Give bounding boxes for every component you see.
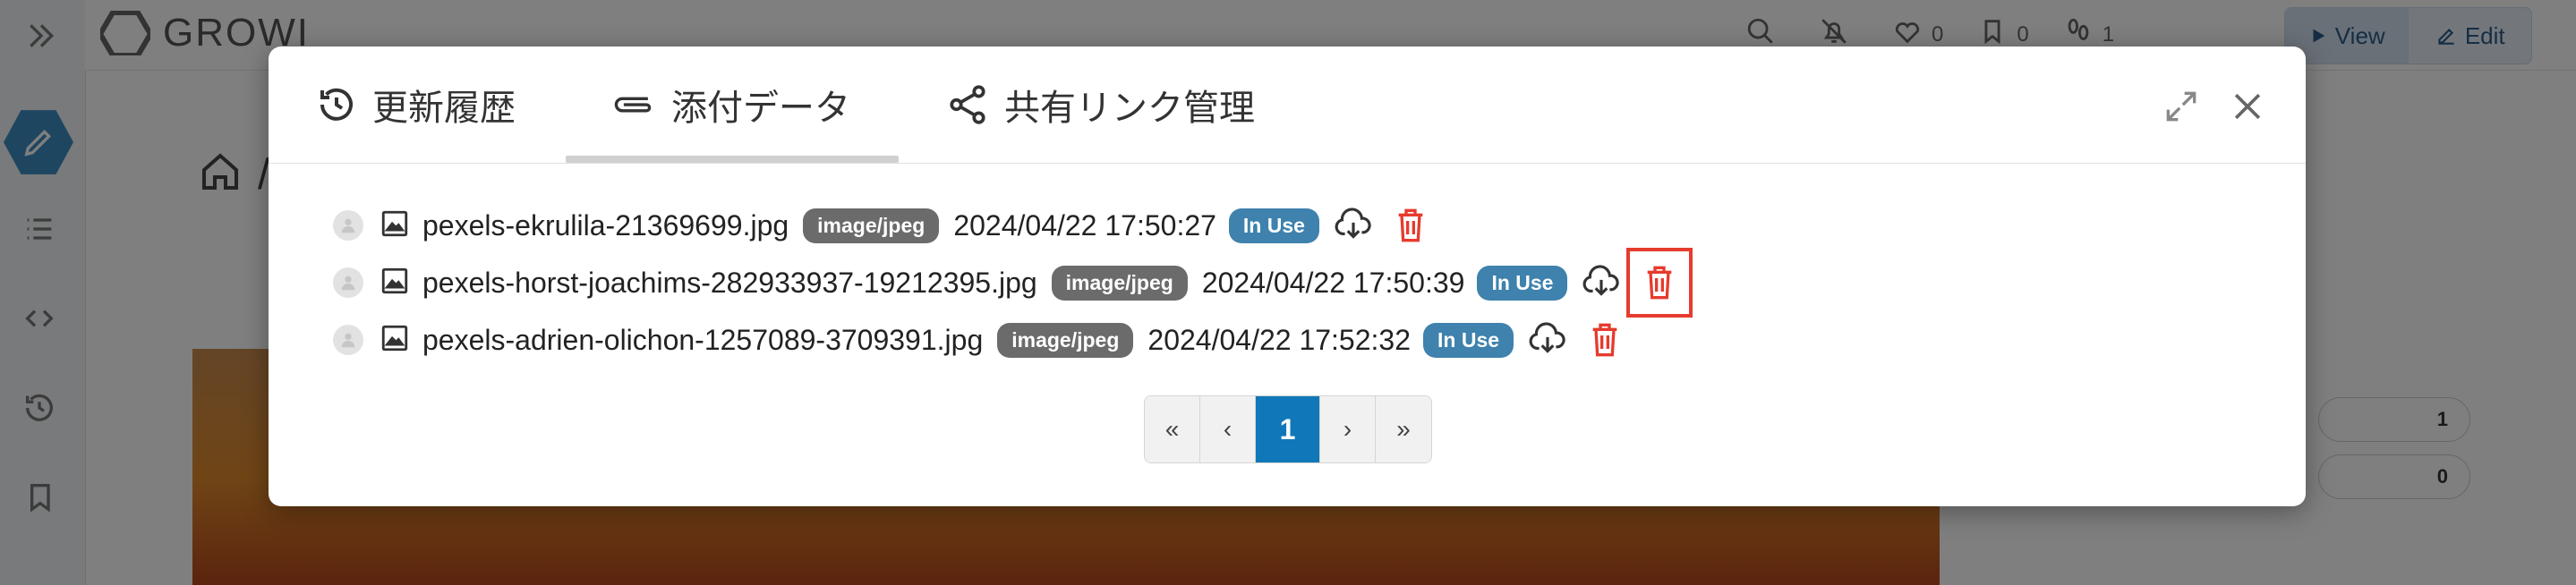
image-icon — [380, 323, 410, 358]
trash-icon — [1648, 266, 1672, 300]
tab-share-links-label: 共有リンク管理 — [1004, 88, 1255, 129]
history-icon — [320, 88, 353, 121]
delete-attachment-button[interactable] — [1393, 204, 1429, 247]
attachment-row: pexels-adrien-olichon-1257089-3709391.jp… — [333, 315, 1623, 365]
mime-badge: image/jpeg — [803, 208, 940, 243]
trash-icon — [1398, 208, 1423, 242]
tab-attachments[interactable]: 添付データ — [609, 47, 850, 163]
trash-icon — [1592, 323, 1617, 357]
paperclip-icon — [614, 97, 652, 113]
tab-history[interactable]: 更新履歴 — [315, 47, 516, 163]
attachment-filename[interactable]: pexels-adrien-olichon-1257089-3709391.jp… — [422, 324, 983, 357]
page-accessories-modal: 更新履歴 添付データ 共有リンク管理 pexels-ekrulila-21369… — [269, 47, 2306, 506]
avatar[interactable] — [333, 267, 363, 298]
attachment-filename[interactable]: pexels-horst-joachims-282933937-19212395… — [422, 267, 1037, 300]
pagination: « ‹ 1 › » — [1144, 395, 1432, 463]
tab-attachments-label: 添付データ — [671, 88, 850, 129]
attachment-timestamp: 2024/04/22 17:50:39 — [1201, 266, 1465, 299]
download-icon[interactable] — [1528, 322, 1567, 358]
page-next[interactable]: › — [1320, 396, 1376, 462]
attachment-timestamp: 2024/04/22 17:52:32 — [1147, 323, 1411, 356]
attachment-row: pexels-horst-joachims-282933937-19212395… — [333, 248, 1693, 318]
close-modal-button[interactable] — [2223, 82, 2272, 131]
page-current[interactable]: 1 — [1256, 396, 1320, 462]
page-prev[interactable]: ‹ — [1200, 396, 1256, 462]
in-use-badge: In Use — [1423, 322, 1514, 358]
in-use-badge: In Use — [1477, 265, 1568, 301]
attachment-row: pexels-ekrulila-21369699.jpg image/jpeg … — [333, 200, 1429, 250]
share-icon — [950, 85, 985, 124]
image-icon — [380, 208, 410, 243]
mime-badge: image/jpeg — [997, 322, 1134, 358]
attachment-filename[interactable]: pexels-ekrulila-21369699.jpg — [422, 209, 789, 242]
avatar[interactable] — [333, 210, 363, 241]
download-icon[interactable] — [1582, 265, 1621, 301]
delete-attachment-button[interactable] — [1626, 248, 1693, 318]
delete-attachment-button[interactable] — [1587, 318, 1623, 361]
modal-header: 更新履歴 添付データ 共有リンク管理 — [269, 47, 2306, 164]
tab-history-label: 更新履歴 — [372, 88, 516, 129]
page-last[interactable]: » — [1376, 396, 1431, 462]
in-use-badge: In Use — [1228, 208, 1319, 243]
expand-modal-button[interactable] — [2157, 82, 2205, 131]
close-icon — [2234, 93, 2261, 120]
expand-icon — [2166, 91, 2196, 122]
image-icon — [380, 266, 410, 301]
mime-badge: image/jpeg — [1051, 265, 1188, 301]
page-first[interactable]: « — [1145, 396, 1200, 462]
attachment-timestamp: 2024/04/22 17:50:27 — [953, 208, 1216, 242]
active-tab-indicator — [566, 156, 899, 163]
tab-share-links[interactable]: 共有リンク管理 — [945, 47, 1255, 163]
download-icon[interactable] — [1334, 208, 1373, 243]
avatar[interactable] — [333, 325, 363, 355]
